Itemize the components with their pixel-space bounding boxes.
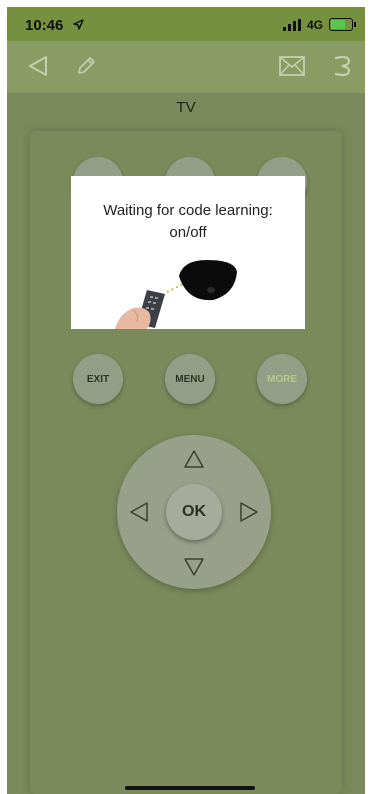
remote-learning-illustration xyxy=(115,260,237,329)
mail-button[interactable] xyxy=(277,51,307,81)
device-title: TV xyxy=(176,99,196,116)
network-type: 4G xyxy=(306,18,323,32)
exit-button[interactable]: EXIT xyxy=(73,354,123,404)
learn-button[interactable] xyxy=(327,51,357,81)
right-arrow-icon[interactable] xyxy=(239,501,259,523)
dialog-line-1: Waiting for code learning: xyxy=(103,202,273,219)
left-arrow-icon[interactable] xyxy=(129,501,149,523)
pencil-icon xyxy=(78,57,95,74)
envelope-icon xyxy=(279,56,305,76)
dialog-line-2: on/off xyxy=(169,224,207,241)
more-button[interactable]: MORE xyxy=(257,354,307,404)
learning-dialog: Waiting for code learning: on/off xyxy=(71,176,305,329)
status-time: 10:46 xyxy=(25,17,64,34)
battery-icon xyxy=(329,18,356,31)
up-arrow-icon[interactable] xyxy=(183,449,205,469)
app-screen: 10:46 4G TV EXIT MENU MORE OK Waiting fo… xyxy=(7,7,365,794)
status-bar: 10:46 4G xyxy=(7,7,365,41)
dialog-message: Waiting for code learning: on/off xyxy=(71,200,305,244)
location-arrow-icon xyxy=(73,19,84,30)
back-button[interactable] xyxy=(23,51,53,81)
down-arrow-icon[interactable] xyxy=(183,557,205,577)
menu-button[interactable]: MENU xyxy=(165,354,215,404)
learning-icon xyxy=(334,55,351,77)
home-indicator[interactable] xyxy=(125,786,255,790)
nav-bar xyxy=(7,41,365,93)
edit-button[interactable] xyxy=(71,51,101,81)
ok-button[interactable]: OK xyxy=(166,484,222,540)
back-triangle-icon xyxy=(29,56,47,76)
direction-pad: OK xyxy=(117,435,271,589)
signal-icon xyxy=(283,19,301,31)
